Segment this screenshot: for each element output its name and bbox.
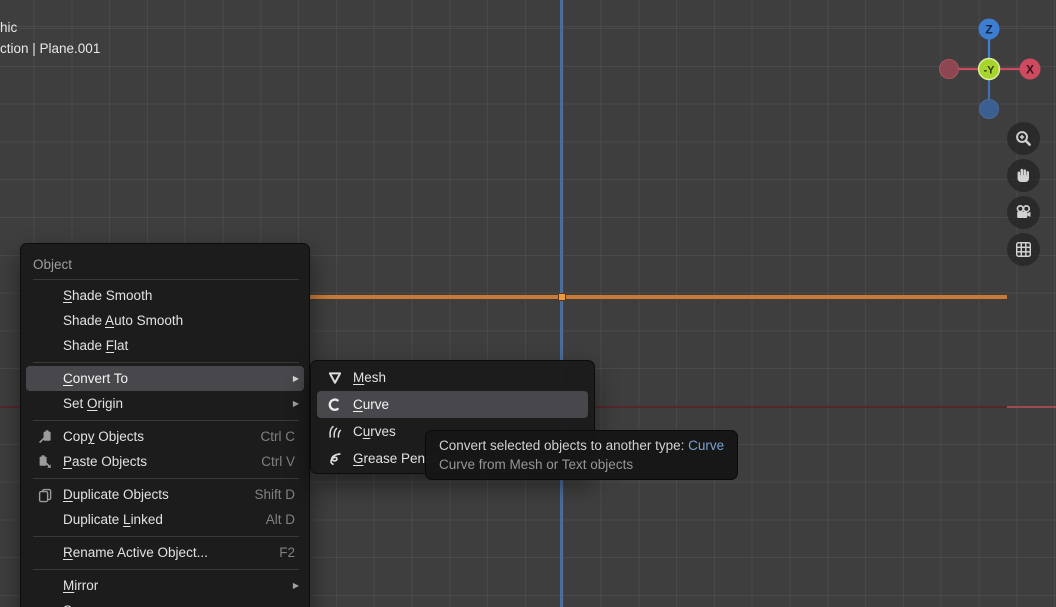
submenu-arrow-icon: ▶ [293, 374, 299, 383]
paste-icon [37, 454, 53, 470]
zoom-icon [1014, 129, 1033, 148]
menu-item-convert-to[interactable]: Convert To ▶ [26, 366, 304, 391]
shortcut-label: Alt D [266, 512, 299, 527]
menu-separator [33, 279, 299, 280]
camera-view-button[interactable] [1007, 196, 1040, 229]
gizmo-y-label: -Y [984, 65, 996, 77]
menu-header: Object [21, 244, 309, 275]
z-axis-line [560, 0, 563, 607]
menu-separator [33, 569, 299, 570]
curves-icon [327, 424, 343, 440]
gizmo-neg-x-ball[interactable] [940, 60, 959, 79]
menu-item-duplicate-linked[interactable]: Duplicate Linked Alt D [26, 507, 304, 532]
grease-pencil-icon [327, 451, 343, 467]
object-context-menu: Object Shade Smooth Shade Auto Smooth Sh… [20, 243, 310, 607]
shortcut-label: F2 [279, 545, 299, 560]
grid-ortho-icon [1014, 240, 1033, 259]
active-object-overlay: ction | Plane.001 [0, 41, 100, 56]
curve-icon [327, 397, 343, 413]
x-axis-line-bright [1007, 406, 1056, 408]
gizmo-z-label: Z [985, 23, 992, 37]
blender-3d-viewport[interactable]: hic ction | Plane.001 Z X -Y [0, 0, 1056, 607]
navigation-gizmo[interactable]: Z X -Y [935, 10, 1045, 122]
camera-view-icon [1014, 203, 1033, 222]
menu-separator [33, 536, 299, 537]
duplicate-icon [37, 487, 53, 503]
tooltip-line1: Convert selected objects to another type… [439, 436, 724, 455]
menu-item-duplicate-objects[interactable]: Duplicate Objects Shift D [26, 482, 304, 507]
menu-item-copy-objects[interactable]: Copy Objects Ctrl C [26, 424, 304, 449]
menu-item-mirror[interactable]: Mirror ▶ [26, 573, 304, 598]
shortcut-label: Ctrl V [261, 454, 299, 469]
menu-item-snap[interactable]: Snap ▶ [26, 598, 304, 607]
menu-item-rename-active-object[interactable]: Rename Active Object... F2 [26, 540, 304, 565]
mesh-icon [327, 370, 343, 386]
gizmo-neg-z-ball[interactable] [980, 100, 999, 119]
tooltip-line2: Curve from Mesh or Text objects [439, 455, 724, 474]
menu-separator [33, 478, 299, 479]
selected-plane-edge-line [310, 295, 1007, 299]
view-name-overlay: hic [0, 20, 17, 35]
menu-item-set-origin[interactable]: Set Origin ▶ [26, 391, 304, 416]
submenu-item-curve[interactable]: Curve [317, 391, 588, 418]
zoom-button[interactable] [1007, 122, 1040, 155]
menu-item-shade-flat[interactable]: Shade Flat [26, 333, 304, 358]
submenu-arrow-icon: ▶ [293, 581, 299, 590]
copy-icon [37, 429, 53, 445]
tooltip-type-value: Curve [688, 438, 724, 453]
submenu-arrow-icon: ▶ [293, 399, 299, 408]
menu-item-shade-auto-smooth[interactable]: Shade Auto Smooth [26, 308, 304, 333]
tooltip: Convert selected objects to another type… [425, 430, 738, 480]
pan-hand-icon [1014, 166, 1033, 185]
menu-item-paste-objects[interactable]: Paste Objects Ctrl V [26, 449, 304, 474]
menu-separator [33, 362, 299, 363]
shortcut-label: Ctrl C [261, 429, 300, 444]
object-origin-dot [558, 293, 566, 301]
submenu-item-mesh[interactable]: Mesh [317, 364, 588, 391]
menu-separator [33, 420, 299, 421]
pan-button[interactable] [1007, 159, 1040, 192]
shortcut-label: Shift D [254, 487, 299, 502]
ortho-toggle-button[interactable] [1007, 233, 1040, 266]
gizmo-x-label: X [1026, 63, 1034, 77]
menu-item-shade-smooth[interactable]: Shade Smooth [26, 283, 304, 308]
